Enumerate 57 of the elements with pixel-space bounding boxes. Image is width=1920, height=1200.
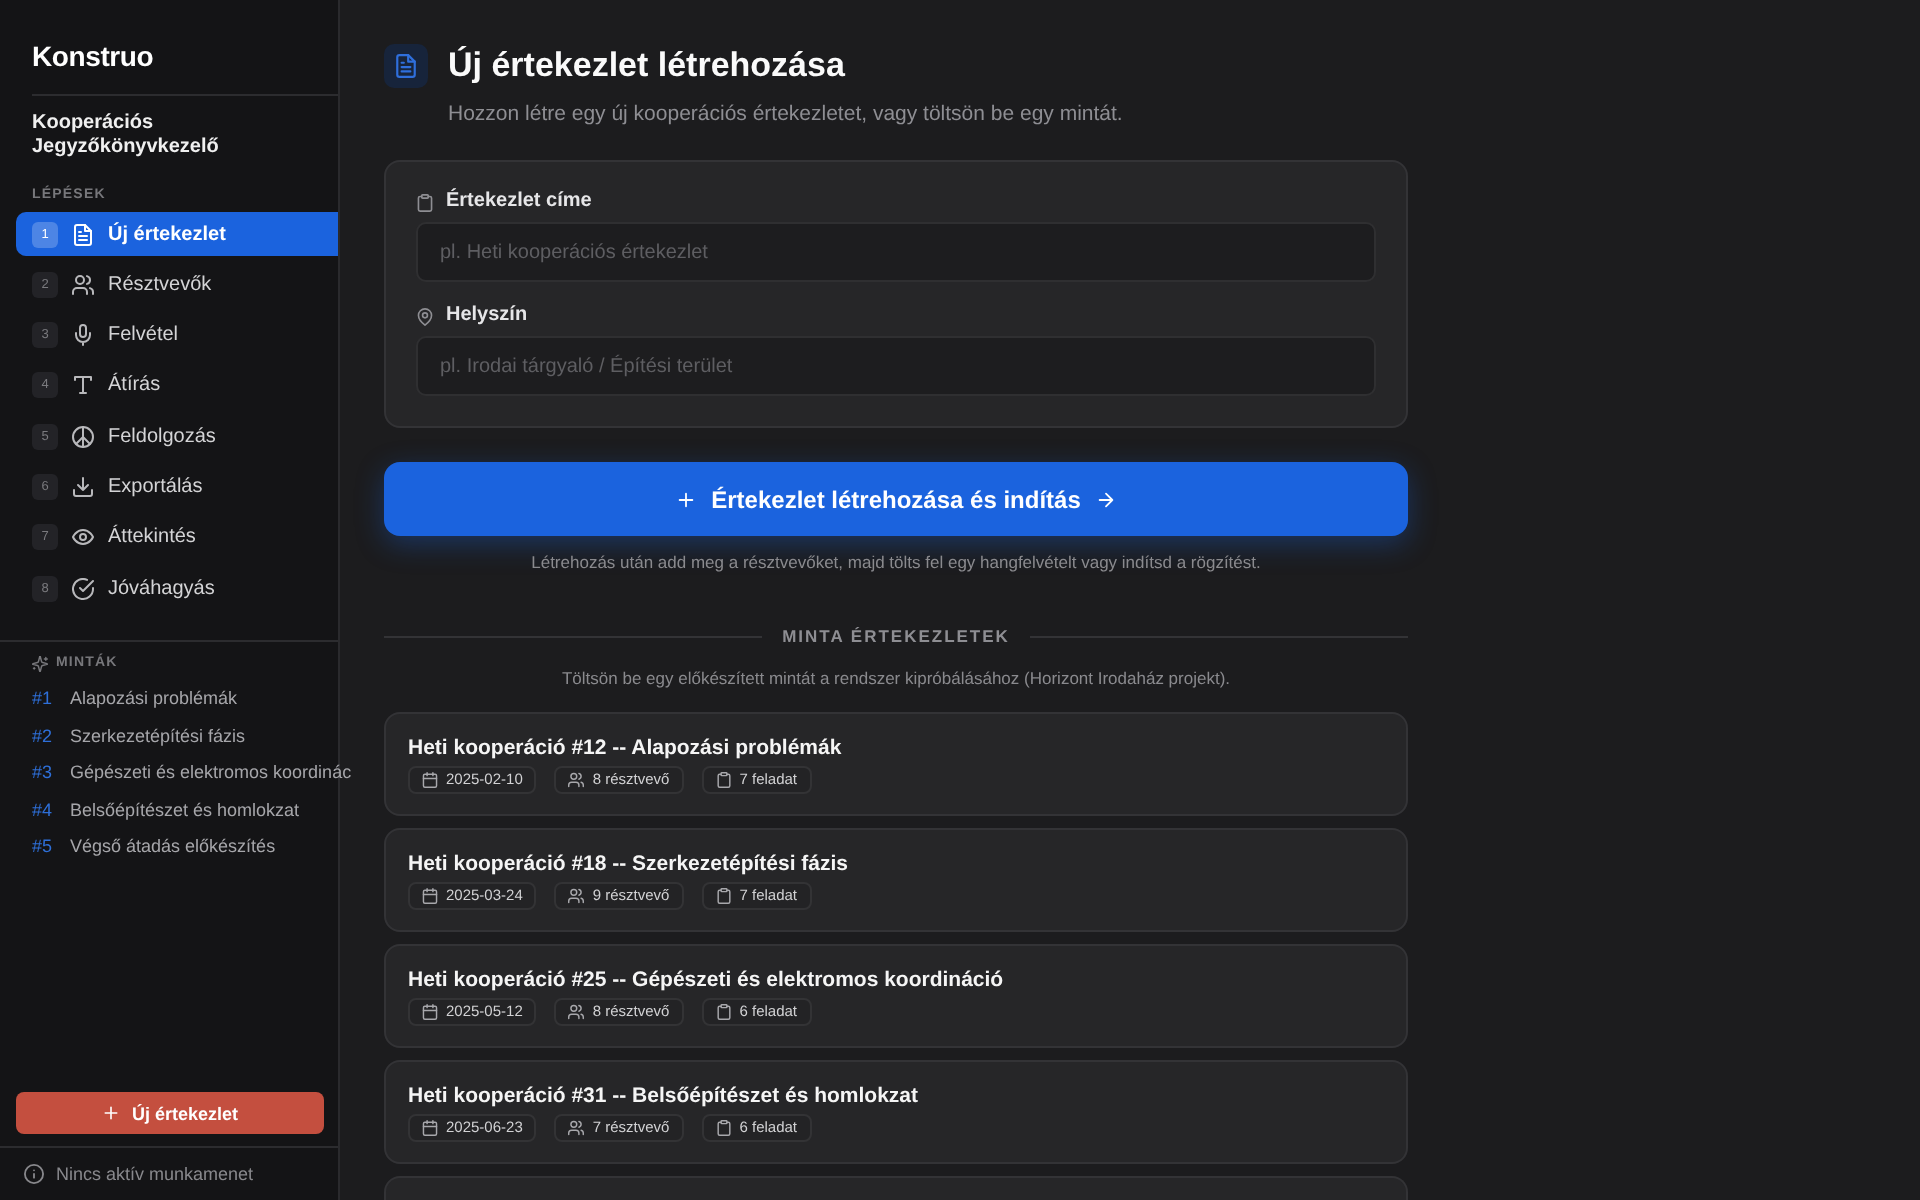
brand-name: Konstruo [32,38,154,74]
info-icon [24,1164,44,1184]
users-icon [568,888,585,904]
plus-icon [101,1104,120,1122]
eye-icon [72,526,94,549]
create-start-button[interactable]: Értekezlet létrehozása és indítás [384,462,1408,536]
session-status: Nincs aktív munkamenet [56,1164,254,1184]
location-input[interactable]: pl. Irodai tárgyaló / Építési terület [416,336,1376,396]
sample-number: #2 [32,725,55,746]
plus-icon [675,489,696,509]
field-label: Helyszín [446,304,528,328]
clipboard-icon [715,888,732,904]
sample-link[interactable]: #5 Végső átadás előkészítés [32,828,276,866]
calendar-icon [422,1120,438,1136]
field-label: Értekezlet címe [446,190,592,214]
sample-number: #3 [32,762,55,783]
sample-link[interactable]: #4 Belsőépítészet és homlokzat [32,791,300,829]
section-description: Töltsön be egy előkészített mintát a rendszer kipróbálásához (Horizont Irodaház projekt). [561,668,1231,688]
map-pin-icon [416,307,434,325]
card-title: Heti kooperáció #31 -- Belsőépítészet és homlokzat [408,1084,918,1110]
calendar-icon [422,1004,438,1020]
page-title: Új értekezlet létrehozása [448,44,845,88]
document-icon [384,44,428,88]
sample-link[interactable]: #2 Szerkezetépítési fázis [32,717,246,755]
clipboard-icon [715,772,732,788]
download-icon [72,475,94,498]
users-icon [568,1004,585,1020]
check-circle-icon [72,577,94,600]
sample-link[interactable]: #1 Alapozási problémák [32,680,238,718]
card-title: Heti kooperáció #12 -- Alapozási problémák [408,736,842,762]
sample-number: #4 [32,799,55,820]
title-input[interactable]: pl. Heti kooperációs értekezlet [416,222,1376,282]
sparkles-icon [32,655,48,672]
sample-number: #5 [32,836,55,857]
peace-sign-icon [72,425,94,448]
sample-number: #1 [32,688,55,709]
help-text: Létrehozás után add meg a résztvevőket, majd tölts fel egy hangfelvételt vagy indítsd a rögzítést. [531,552,1261,572]
new-meeting-button[interactable]: Új értekezlet [16,1092,324,1134]
users-icon [72,273,94,296]
app-subtitle: Kooperációs Jegyzőkönyvkezelő [32,112,221,160]
calendar-icon [422,772,438,788]
section-heading: MINTA ÉRTEKEZLETEK [782,626,1010,646]
card-title: Heti kooperáció #25 -- Gépészeti és elektromos koordináció [408,968,1004,994]
card-title: Heti kooperáció #18 -- Szerkezetépítési fázis [408,852,849,878]
calendar-icon [422,888,438,904]
sample-link[interactable]: #3 Gépészeti és elektromos koordinác [32,754,352,792]
arrow-right-icon [1096,489,1117,509]
text-icon [72,374,94,397]
users-icon [568,1120,585,1136]
clipboard-icon [715,1120,732,1136]
microphone-icon [72,324,94,347]
clipboard-icon [715,1004,732,1020]
users-icon [568,772,585,788]
document-icon [72,223,94,245]
page-subtitle: Hozzon létre egy új kooperációs értekezletet, vagy töltsön be egy mintát. [448,101,1123,127]
sample-card[interactable] [384,1176,1408,1200]
clipboard-icon [416,193,434,211]
